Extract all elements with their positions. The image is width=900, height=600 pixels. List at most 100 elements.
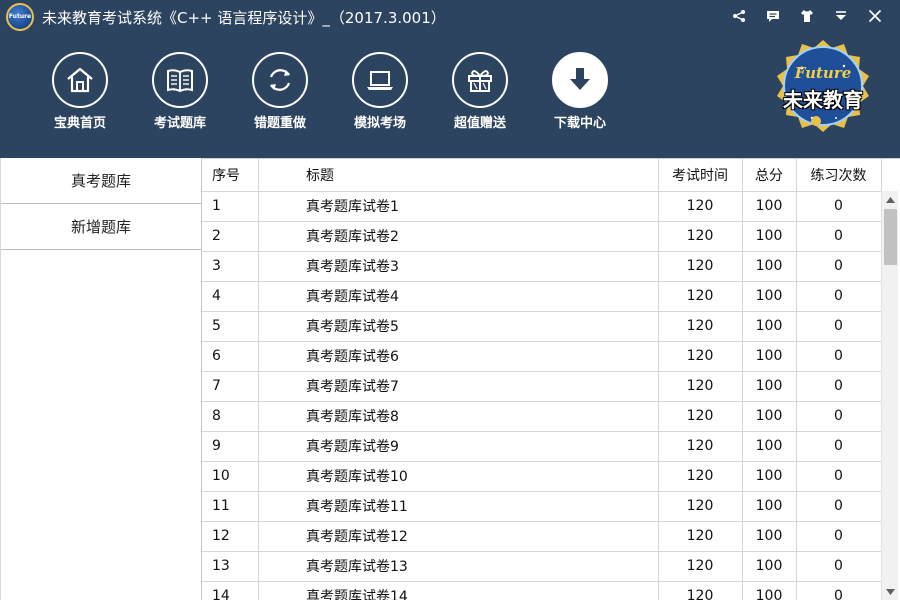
close-icon <box>868 9 882 23</box>
column-header-index[interactable]: 序号 <box>202 159 259 192</box>
table-row[interactable]: 10 真考题库试卷10 120 100 0 <box>202 461 882 492</box>
cell-index: 13 <box>202 551 259 582</box>
cell-total-score: 100 <box>742 581 797 600</box>
column-header-title[interactable]: 标题 <box>258 159 659 192</box>
toolbar-label: 错题重做 <box>253 116 306 131</box>
table-row[interactable]: 4 真考题库试卷4 120 100 0 <box>202 281 882 312</box>
cell-practice-count: 0 <box>796 491 882 522</box>
cell-index: 5 <box>202 311 259 342</box>
sidebar: 真考题库 新增题库 <box>0 158 202 600</box>
cell-practice-count: 0 <box>796 431 882 462</box>
scroll-thumb[interactable] <box>884 209 897 265</box>
cell-exam-time: 120 <box>658 521 743 552</box>
cell-index: 3 <box>202 251 259 282</box>
cell-total-score: 100 <box>742 551 797 582</box>
vertical-scrollbar[interactable] <box>881 191 898 600</box>
title-bar[interactable]: Future 未来教育考试系统《C++ 语言程序设计》_（2017.3.001） <box>0 0 900 34</box>
column-header-total-score[interactable]: 总分 <box>742 159 797 192</box>
app-logo-text: Future <box>8 13 32 20</box>
cell-total-score: 100 <box>742 311 797 342</box>
cell-index: 9 <box>202 431 259 462</box>
cell-index: 10 <box>202 461 259 492</box>
cell-exam-time: 120 <box>658 281 743 312</box>
message-icon <box>767 11 779 22</box>
toolbar-label: 宝典首页 <box>53 116 106 131</box>
cell-exam-time: 120 <box>658 311 743 342</box>
toolbar-download-button[interactable]: 下载中心 <box>530 52 630 132</box>
cell-practice-count: 0 <box>796 551 882 582</box>
menu-dropdown-button[interactable] <box>824 4 858 28</box>
cell-practice-count: 0 <box>796 221 882 252</box>
cell-practice-count: 0 <box>796 281 882 312</box>
cell-total-score: 100 <box>742 371 797 402</box>
sidebar-item-new-bank[interactable]: 新增题库 <box>1 204 201 250</box>
table-row[interactable]: 5 真考题库试卷5 120 100 0 <box>202 311 882 342</box>
cell-index: 12 <box>202 521 259 552</box>
toolbar-question-bank-button[interactable]: 考试题库 <box>130 52 230 132</box>
cell-index: 6 <box>202 341 259 372</box>
toolbar-mock-exam-button[interactable]: 模拟考场 <box>330 52 430 132</box>
share-button[interactable] <box>722 4 756 28</box>
cell-title: 真考题库试卷13 <box>258 551 659 582</box>
toolbar-label: 超值赠送 <box>453 116 506 131</box>
cell-exam-time: 120 <box>658 221 743 252</box>
cell-title: 真考题库试卷9 <box>258 431 659 462</box>
table-row[interactable]: 13 真考题库试卷13 120 100 0 <box>202 551 882 582</box>
brand-en-text: Future <box>794 64 852 82</box>
scroll-down-icon <box>886 588 895 595</box>
cell-exam-time: 120 <box>658 431 743 462</box>
cell-title: 真考题库试卷3 <box>258 251 659 282</box>
cell-title: 真考题库试卷7 <box>258 371 659 402</box>
app-header: Future 未来教育考试系统《C++ 语言程序设计》_（2017.3.001） <box>0 0 900 158</box>
scroll-up-button[interactable] <box>882 191 899 208</box>
share-icon <box>733 10 745 22</box>
message-button[interactable] <box>756 4 790 28</box>
sidebar-item-real-exam-bank[interactable]: 真考题库 <box>1 158 201 204</box>
table-row[interactable]: 11 真考题库试卷11 120 100 0 <box>202 491 882 522</box>
cell-title: 真考题库试卷1 <box>258 191 659 222</box>
table-row[interactable]: 9 真考题库试卷9 120 100 0 <box>202 431 882 462</box>
column-header-exam-time[interactable]: 考试时间 <box>658 159 743 192</box>
brand-badge: Future 未来教育 <box>772 38 874 134</box>
book-icon <box>152 52 208 108</box>
toolbar-label: 考试题库 <box>153 116 206 131</box>
close-button[interactable] <box>858 4 892 28</box>
download-icon <box>552 52 608 108</box>
main-toolbar: 宝典首页 考试题库 错题重做 模拟考场 超值赠送 下载中心 <box>30 52 630 132</box>
cell-title: 真考题库试卷14 <box>258 581 659 600</box>
cell-index: 7 <box>202 371 259 402</box>
cell-index: 14 <box>202 581 259 600</box>
cell-title: 真考题库试卷10 <box>258 461 659 492</box>
cell-index: 4 <box>202 281 259 312</box>
cell-title: 真考题库试卷11 <box>258 491 659 522</box>
table-row[interactable]: 8 真考题库试卷8 120 100 0 <box>202 401 882 432</box>
table-body: 1 真考题库试卷1 120 100 0 2 真考题库试卷2 120 100 0 3 真考题库试卷3 12… <box>202 191 882 600</box>
window-controls <box>722 4 892 28</box>
toolbar-home-button[interactable]: 宝典首页 <box>30 52 130 132</box>
cell-practice-count: 0 <box>796 251 882 282</box>
table-row[interactable]: 14 真考题库试卷14 120 100 0 <box>202 581 882 600</box>
toolbar-label: 下载中心 <box>553 116 606 131</box>
cell-title: 真考题库试卷6 <box>258 341 659 372</box>
column-header-practice-count[interactable]: 练习次数 <box>796 159 882 192</box>
scroll-down-button[interactable] <box>882 583 899 600</box>
table-row[interactable]: 6 真考题库试卷6 120 100 0 <box>202 341 882 372</box>
cell-index: 2 <box>202 221 259 252</box>
refresh-icon <box>252 52 308 108</box>
toolbar-redo-mistakes-button[interactable]: 错题重做 <box>230 52 330 132</box>
table-row[interactable]: 12 真考题库试卷12 120 100 0 <box>202 521 882 552</box>
cell-title: 真考题库试卷2 <box>258 221 659 252</box>
sidebar-item-label: 新增题库 <box>70 218 131 236</box>
skin-button[interactable] <box>790 4 824 28</box>
table-row[interactable]: 3 真考题库试卷3 120 100 0 <box>202 251 882 282</box>
scroll-up-icon <box>886 196 895 203</box>
cell-practice-count: 0 <box>796 341 882 372</box>
toolbar-gift-button[interactable]: 超值赠送 <box>430 52 530 132</box>
cell-total-score: 100 <box>742 461 797 492</box>
cell-title: 真考题库试卷12 <box>258 521 659 552</box>
cell-practice-count: 0 <box>796 401 882 432</box>
table-row[interactable]: 7 真考题库试卷7 120 100 0 <box>202 371 882 402</box>
table-row[interactable]: 2 真考题库试卷2 120 100 0 <box>202 221 882 252</box>
table-row[interactable]: 1 真考题库试卷1 120 100 0 <box>202 191 882 222</box>
cell-practice-count: 0 <box>796 461 882 492</box>
